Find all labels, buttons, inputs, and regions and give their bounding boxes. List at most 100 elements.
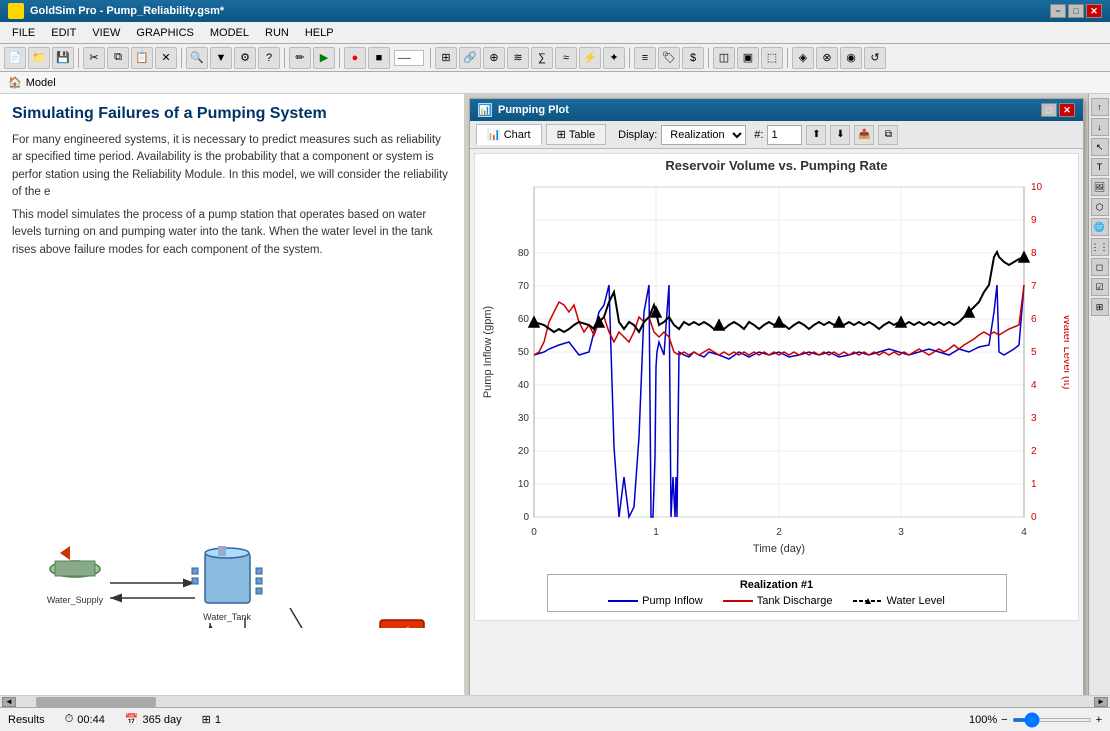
paste-button[interactable]: 📋 xyxy=(131,47,153,69)
table-tab-label: Table xyxy=(569,129,595,141)
plot-tool-2[interactable]: ⬇ xyxy=(830,125,850,145)
misc-btn-2[interactable]: ⊗ xyxy=(816,47,838,69)
save-button[interactable]: 💾 xyxy=(52,47,74,69)
sidebar-btn-list[interactable]: ⊞ xyxy=(1091,298,1109,316)
breadcrumb-text[interactable]: Model xyxy=(26,77,56,89)
model-diagram: Water_Supply Water_Tank xyxy=(0,273,465,628)
menu-view[interactable]: VIEW xyxy=(84,25,128,41)
svg-text:6: 6 xyxy=(1031,314,1037,325)
close-button[interactable]: ✕ xyxy=(1086,4,1102,18)
separator-8 xyxy=(787,48,788,68)
plot-close-btn[interactable]: ✕ xyxy=(1059,103,1075,117)
svg-text:0: 0 xyxy=(523,512,529,523)
search-button[interactable]: ⚙ xyxy=(234,47,256,69)
plot-maximize-btn[interactable]: □ xyxy=(1041,103,1057,117)
element-btn-5[interactable]: ⚡ xyxy=(579,47,601,69)
element-btn-3[interactable]: ∑ xyxy=(531,47,553,69)
menu-edit[interactable]: EDIT xyxy=(43,25,84,41)
zoom-plus[interactable]: + xyxy=(1096,714,1102,726)
new-button[interactable]: 📄 xyxy=(4,47,26,69)
power-supply-element[interactable]: ⚡ Power_Supply xyxy=(373,620,432,628)
plot-tool-1[interactable]: ⬆ xyxy=(806,125,826,145)
minimize-button[interactable]: − xyxy=(1050,4,1066,18)
chart-legend: Realization #1 Pump Inflow Tank Discharg… xyxy=(547,574,1007,612)
svg-text:8: 8 xyxy=(1031,248,1037,259)
chart-tab-label: Chart xyxy=(504,129,531,141)
menu-help[interactable]: HELP xyxy=(297,25,342,41)
list-button[interactable]: ≡ xyxy=(634,47,656,69)
legend-pump-inflow: Pump Inflow xyxy=(608,595,703,607)
display-select[interactable]: Realization xyxy=(661,125,746,145)
plot-copy-btn[interactable]: ⧉ xyxy=(878,125,898,145)
app-icon xyxy=(8,3,24,19)
tab-table[interactable]: ⊞ Table xyxy=(546,124,607,145)
tag-button[interactable]: 🏷 xyxy=(658,47,680,69)
plot-icon: 📊 xyxy=(478,103,492,117)
stop-button[interactable]: ■ xyxy=(368,47,390,69)
element-btn-2[interactable]: ≋ xyxy=(507,47,529,69)
sidebar-btn-6[interactable]: ◻ xyxy=(1091,258,1109,276)
sidebar-btn-dots[interactable]: ⋮⋮ xyxy=(1091,238,1109,256)
scroll-left[interactable]: ◄ xyxy=(2,697,16,707)
open-button[interactable]: 📁 xyxy=(28,47,50,69)
chart-svg: 0 10 20 30 40 50 60 70 80 Pump Inflow (g… xyxy=(479,177,1069,567)
sidebar-btn-cursor[interactable]: ↖ xyxy=(1091,138,1109,156)
sidebar-btn-image[interactable]: 🖼 xyxy=(1091,178,1109,196)
sidebar-btn-1[interactable]: ↑ xyxy=(1091,98,1109,116)
pencil-button[interactable]: ✏ xyxy=(289,47,311,69)
description-para2: This model simulates the process of a pu… xyxy=(12,207,452,259)
sidebar-btn-2[interactable]: ↓ xyxy=(1091,118,1109,136)
play-button[interactable]: ▶ xyxy=(313,47,335,69)
delete-button[interactable]: ✕ xyxy=(155,47,177,69)
plot-export-btn[interactable]: 📤 xyxy=(854,125,874,145)
record-button[interactable]: ● xyxy=(344,47,366,69)
sidebar-btn-globe[interactable]: 🌐 xyxy=(1091,218,1109,236)
link-button[interactable]: 🔗 xyxy=(459,47,481,69)
realization-input[interactable] xyxy=(767,125,802,145)
grid-button[interactable]: ⊞ xyxy=(435,47,457,69)
pump-inflow-line xyxy=(608,600,638,602)
zoom-minus[interactable]: − xyxy=(1001,714,1007,726)
tank-discharge-line xyxy=(723,600,753,602)
zoom-slider[interactable] xyxy=(1012,718,1092,722)
tank-discharge-label: Tank Discharge xyxy=(757,595,833,607)
window-controls: − □ ✕ xyxy=(1050,4,1102,18)
cut-button[interactable]: ✂ xyxy=(83,47,105,69)
horizontal-scrollbar[interactable]: ◄ ► xyxy=(0,695,1110,707)
water-supply-element[interactable]: Water_Supply xyxy=(47,561,104,605)
sidebar-btn-check[interactable]: ☑ xyxy=(1091,278,1109,296)
filter-button[interactable]: ▼ xyxy=(210,47,232,69)
zoom-in-button[interactable]: 🔍 xyxy=(186,47,208,69)
view-btn-3[interactable]: ⬚ xyxy=(761,47,783,69)
misc-btn-1[interactable]: ◈ xyxy=(792,47,814,69)
tab-chart[interactable]: 📊 Chart xyxy=(476,124,542,145)
water-level-label: Water Level xyxy=(887,595,945,607)
description-area: Simulating Failures of a Pumping System … xyxy=(0,94,464,273)
element-btn-1[interactable]: ⊕ xyxy=(483,47,505,69)
toolbar: 📄 📁 💾 ✂ ⧉ 📋 ✕ 🔍 ▼ ⚙ ? ✏ ▶ ● ■ ── ⊞ 🔗 ⊕ ≋… xyxy=(0,44,1110,72)
menu-graphics[interactable]: GRAPHICS xyxy=(128,25,201,41)
menu-model[interactable]: MODEL xyxy=(202,25,257,41)
element-btn-6[interactable]: ✦ xyxy=(603,47,625,69)
view-btn-2[interactable]: ▣ xyxy=(737,47,759,69)
maximize-button[interactable]: □ xyxy=(1068,4,1084,18)
refresh-button[interactable]: ↺ xyxy=(864,47,886,69)
breadcrumb: 🏠 Model xyxy=(0,72,1110,94)
water-tank-element[interactable]: Water_Tank xyxy=(192,546,262,622)
copy-button[interactable]: ⧉ xyxy=(107,47,129,69)
scroll-thumb[interactable] xyxy=(36,697,156,707)
element-btn-4[interactable]: ≈ xyxy=(555,47,577,69)
scroll-right[interactable]: ► xyxy=(1094,697,1108,707)
scroll-track[interactable] xyxy=(16,697,1094,707)
status-bar: Results ⏱ 00:44 📅 365 day ⊞ 1 100% − + xyxy=(0,707,1110,731)
menu-bar: FILE EDIT VIEW GRAPHICS MODEL RUN HELP xyxy=(0,22,1110,44)
menu-file[interactable]: FILE xyxy=(4,25,43,41)
dollar-button[interactable]: $ xyxy=(682,47,704,69)
view-btn-1[interactable]: ◫ xyxy=(713,47,735,69)
menu-run[interactable]: RUN xyxy=(257,25,297,41)
help-button[interactable]: ? xyxy=(258,47,280,69)
run-input[interactable]: ── xyxy=(394,50,424,66)
sidebar-btn-5[interactable]: ⬡ xyxy=(1091,198,1109,216)
sidebar-btn-text[interactable]: T xyxy=(1091,158,1109,176)
misc-btn-3[interactable]: ◉ xyxy=(840,47,862,69)
